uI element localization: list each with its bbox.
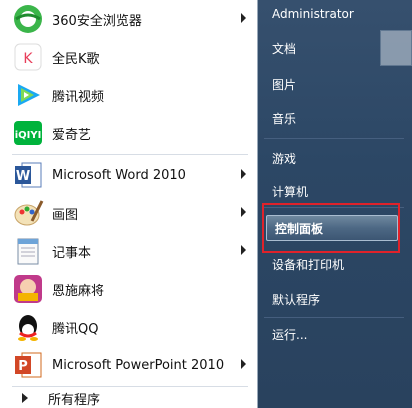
program-label: 腾讯QQ: [52, 321, 99, 337]
svg-text:K: K: [23, 51, 33, 67]
mahjong-icon: [12, 273, 44, 305]
program-label: Microsoft PowerPoint 2010: [52, 357, 225, 373]
program-label: Microsoft Word 2010: [52, 167, 186, 183]
word-icon: W: [12, 159, 44, 191]
all-programs-label: 所有程序: [48, 392, 101, 408]
svg-text:P: P: [18, 359, 28, 374]
submenu-arrow-icon: [241, 207, 246, 217]
qq-icon: [12, 311, 44, 343]
browser-360-icon: [12, 3, 44, 35]
pictures-link[interactable]: 图片: [264, 71, 404, 97]
iqiyi-icon: iQIYI: [12, 117, 44, 149]
karaoke-icon: K: [12, 41, 44, 73]
separator: [264, 317, 404, 318]
program-label: 360安全浏览器: [52, 13, 142, 29]
all-programs-button[interactable]: 所有程序: [0, 388, 257, 408]
program-item-word[interactable]: W Microsoft Word 2010: [6, 156, 252, 194]
program-label: 恩施麻将: [52, 283, 105, 299]
program-item-powerpoint[interactable]: P Microsoft PowerPoint 2010: [6, 346, 252, 384]
powerpoint-icon: P: [12, 349, 44, 381]
user-picture[interactable]: [380, 30, 412, 66]
program-item-iqiyi[interactable]: iQIYI 爱奇艺: [6, 114, 252, 152]
devices-printers-link[interactable]: 设备和打印机: [264, 251, 404, 277]
program-label: 画图: [52, 207, 79, 223]
notepad-icon: [12, 235, 44, 267]
program-label: 记事本: [52, 245, 92, 261]
music-link[interactable]: 音乐: [264, 105, 404, 131]
submenu-arrow-icon: [241, 169, 246, 179]
svg-text:iQIYI: iQIYI: [15, 130, 42, 141]
program-item-tencent-video[interactable]: 腾讯视频: [6, 76, 252, 114]
separator: [264, 138, 404, 139]
program-item-karaoke[interactable]: K 全民K歌: [6, 38, 252, 76]
program-item-notepad[interactable]: 记事本: [6, 232, 252, 270]
submenu-arrow-icon: [241, 13, 246, 23]
separator: [12, 154, 248, 155]
program-list-pane: 360安全浏览器 K 全民K歌 腾讯视频 iQIYI 爱奇艺 W Microso…: [0, 0, 258, 408]
expand-arrow-icon: [22, 393, 28, 403]
start-menu: 360安全浏览器 K 全民K歌 腾讯视频 iQIYI 爱奇艺 W Microso…: [0, 0, 412, 408]
submenu-arrow-icon: [241, 359, 246, 369]
program-item-paint[interactable]: 画图: [6, 194, 252, 232]
separator: [12, 386, 248, 387]
run-link[interactable]: 运行...: [264, 321, 404, 347]
submenu-arrow-icon: [241, 245, 246, 255]
program-item-mahjong[interactable]: 恩施麻将: [6, 270, 252, 308]
computer-link[interactable]: 计算机: [264, 178, 404, 204]
program-item-qq[interactable]: 腾讯QQ: [6, 308, 252, 346]
program-label: 爱奇艺: [52, 127, 92, 143]
games-link[interactable]: 游戏: [264, 145, 404, 171]
user-name-link[interactable]: Administrator: [264, 1, 404, 27]
program-item-360-browser[interactable]: 360安全浏览器: [6, 0, 252, 38]
program-label: 腾讯视频: [52, 89, 105, 105]
program-label: 全民K歌: [52, 51, 100, 67]
default-programs-link[interactable]: 默认程序: [264, 286, 404, 312]
highlight-annotation-box: [262, 203, 400, 253]
paint-icon: [12, 197, 44, 229]
svg-text:W: W: [16, 169, 30, 184]
tencent-video-icon: [12, 79, 44, 111]
